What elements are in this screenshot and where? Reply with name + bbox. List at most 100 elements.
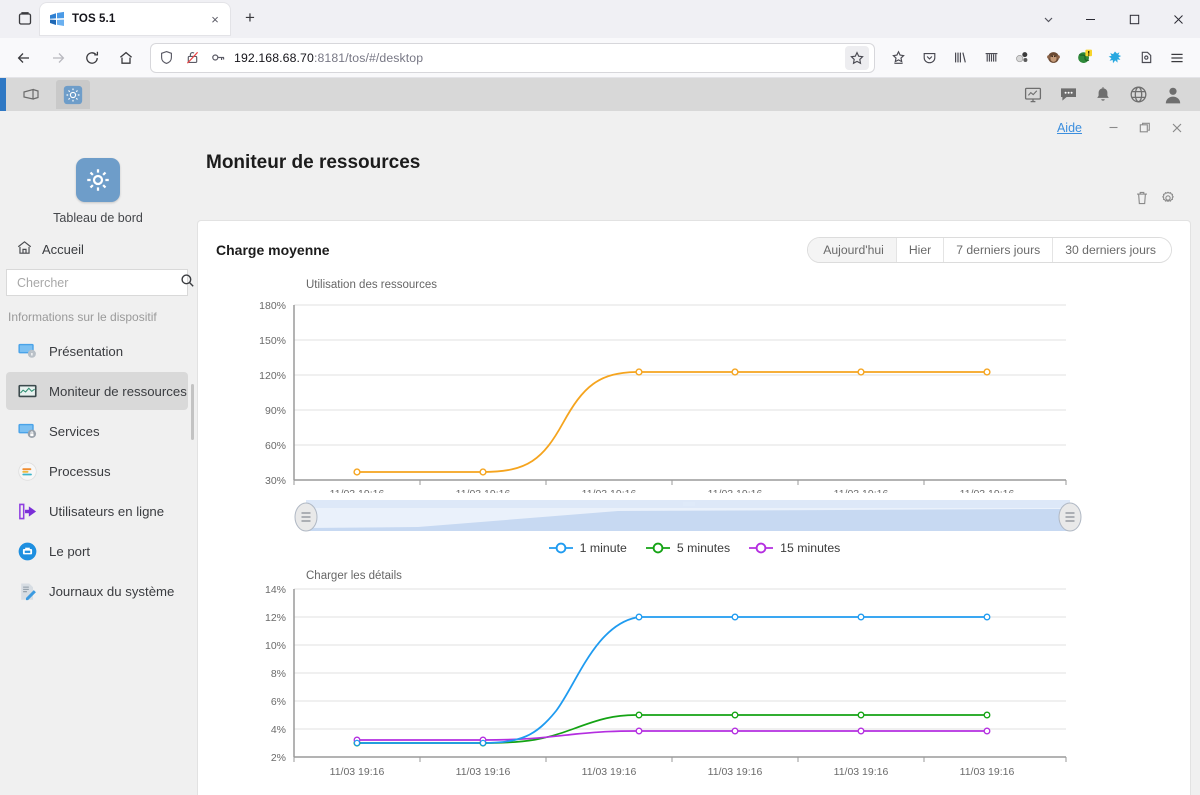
window-minimize-button[interactable]: [1098, 116, 1128, 140]
dashboard-brand[interactable]: Tableau de bord: [0, 148, 196, 233]
load-details-chart[interactable]: Charger les détails 14% 12% 10% 8% 6% 4%…: [198, 561, 1190, 781]
chart1-point: [983, 368, 991, 376]
range-button-yesterday[interactable]: Hier: [895, 238, 944, 262]
window-close-button[interactable]: [1162, 116, 1192, 140]
app-menu-icon[interactable]: [1162, 43, 1192, 73]
sidebar-scrollbar[interactable]: [191, 384, 194, 440]
range-button-7-days[interactable]: 7 derniers jours: [943, 238, 1053, 262]
sidebar-item-resource-monitor[interactable]: Moniteur de ressources: [6, 372, 188, 410]
data-zoom-svg[interactable]: [288, 495, 1088, 537]
shield-icon[interactable]: [156, 48, 176, 68]
dashboard-label: Tableau de bord: [53, 211, 143, 225]
search-input[interactable]: [15, 274, 180, 291]
window-close-button[interactable]: [1156, 0, 1200, 38]
tos-window-body: Aide Tableau de bord Accueil Chercher In…: [0, 111, 1200, 795]
close-icon[interactable]: ×: [206, 10, 224, 28]
window-maximize-button[interactable]: [1112, 0, 1156, 38]
new-tab-button[interactable]: +: [236, 4, 264, 32]
range-button-30-days[interactable]: 30 derniers jours: [1052, 238, 1171, 262]
sidebar-item-presentation[interactable]: Présentation: [6, 332, 188, 370]
chart1-series-line: [357, 371, 987, 473]
online-users-icon: [16, 500, 38, 522]
search-box[interactable]: [6, 269, 194, 296]
home-icon[interactable]: [110, 43, 142, 73]
forward-arrow-icon[interactable]: [42, 43, 74, 73]
url-bar[interactable]: 192.168.68.70:8181/tos/#/desktop: [150, 42, 875, 73]
user-account-icon[interactable]: [1160, 82, 1186, 108]
chevron-down-icon[interactable]: [1028, 0, 1068, 38]
globe-extension-icon[interactable]: [1069, 43, 1099, 73]
gear-icon[interactable]: [1160, 190, 1176, 211]
legend-label: 15 minutes: [780, 541, 841, 555]
home-icon: [16, 239, 34, 259]
tos-window-icon: [49, 11, 65, 27]
chart1-xtick: 11/03 19:16: [960, 488, 1015, 493]
load-details-chart-svg[interactable]: Charger les détails 14% 12% 10% 8% 6% 4%…: [198, 561, 1150, 781]
url-host: 192.168.68.70: [234, 50, 314, 65]
chart1-ytick: 90%: [265, 405, 286, 417]
sidebar-item-label: Journaux du système: [49, 583, 175, 599]
chart2-point: [983, 711, 991, 719]
resource-monitor-screen-icon: [16, 380, 38, 402]
sidebar-item-system-logs[interactable]: Journaux du système: [6, 572, 188, 610]
chart2-point: [635, 711, 643, 719]
puzzle-extension-icon[interactable]: [1100, 43, 1130, 73]
chart1-xtick: 11/03 19:16: [834, 488, 889, 493]
monkey-extension-icon[interactable]: [1038, 43, 1068, 73]
molecule-extension-icon[interactable]: [1007, 43, 1037, 73]
chart2-xtick: 11/03 19:16: [960, 766, 1015, 778]
charts-container: Utilisation des ressources 180% 150% 120…: [198, 263, 1190, 781]
time-range-selector: Aujourd'hui Hier 7 derniers jours 30 der…: [807, 237, 1172, 263]
legend-item-5-minutes[interactable]: 5 minutes: [645, 541, 730, 555]
star-icon[interactable]: [845, 45, 869, 70]
chart2-xtick: 11/03 19:16: [582, 766, 637, 778]
sidebar-item-home[interactable]: Accueil: [0, 233, 196, 265]
back-arrow-icon[interactable]: [8, 43, 40, 73]
bookmarks-toolbar-icon[interactable]: [976, 43, 1006, 73]
average-load-card: Charge moyenne Aujourd'hui Hier 7 dernie…: [198, 221, 1190, 795]
pocket-icon[interactable]: [914, 43, 944, 73]
chart1-point: [353, 468, 361, 476]
legend-item-1-minute[interactable]: 1 minute: [548, 541, 627, 555]
sidebar-item-processus[interactable]: Processus: [6, 452, 188, 490]
browser-tab[interactable]: TOS 5.1 ×: [40, 3, 230, 35]
content-split: Tableau de bord Accueil I: [0, 144, 1200, 795]
language-globe-icon[interactable]: [1125, 82, 1151, 108]
chart1-xtick: 11/03 19:16: [582, 488, 637, 493]
window-minimize-button[interactable]: [1068, 0, 1112, 38]
key-icon[interactable]: [208, 48, 228, 68]
sidebar-item-port[interactable]: Le port: [6, 532, 188, 570]
legend-item-15-minutes[interactable]: 15 minutes: [748, 541, 840, 555]
range-button-today[interactable]: Aujourd'hui: [808, 238, 896, 262]
trash-icon[interactable]: [1134, 190, 1150, 211]
resource-usage-chart[interactable]: Utilisation des ressources 180% 150% 120…: [198, 263, 1190, 493]
chat-icon[interactable]: [1055, 82, 1081, 108]
datazoom-right-handle[interactable]: [1058, 502, 1082, 532]
card-title: Charge moyenne: [216, 242, 330, 258]
resource-monitor-icon[interactable]: [1020, 82, 1046, 108]
control-panel-tab[interactable]: [56, 80, 90, 109]
url-path: :8181/tos/#/desktop: [313, 50, 424, 65]
sidebar-item-online-users[interactable]: Utilisateurs en ligne: [6, 492, 188, 530]
browser-tab-strip: TOS 5.1 × +: [0, 0, 1200, 38]
library-icon[interactable]: [945, 43, 975, 73]
chart2-point: [857, 727, 865, 735]
account-icon[interactable]: [1131, 43, 1161, 73]
chart2-point: [983, 613, 991, 621]
file-station-tab[interactable]: [14, 80, 48, 109]
resource-usage-chart-svg[interactable]: Utilisation des ressources 180% 150% 120…: [198, 263, 1150, 493]
chart1-point: [635, 368, 643, 376]
notification-bell-icon[interactable]: [1090, 82, 1116, 108]
search-icon[interactable]: [180, 273, 195, 293]
help-link[interactable]: Aide: [1057, 121, 1082, 135]
reload-icon[interactable]: [76, 43, 108, 73]
port-icon: [16, 540, 38, 562]
save-to-pocket-icon[interactable]: [883, 43, 913, 73]
window-restore-button[interactable]: [1130, 116, 1160, 140]
chart2-xtick: 11/03 19:16: [330, 766, 385, 778]
broken-lock-icon[interactable]: [182, 48, 202, 68]
datazoom-left-handle[interactable]: [294, 502, 318, 532]
sidebar-item-services[interactable]: Services: [6, 412, 188, 450]
data-zoom-slider[interactable]: [198, 495, 1190, 537]
firefox-view-icon[interactable]: [10, 5, 40, 33]
